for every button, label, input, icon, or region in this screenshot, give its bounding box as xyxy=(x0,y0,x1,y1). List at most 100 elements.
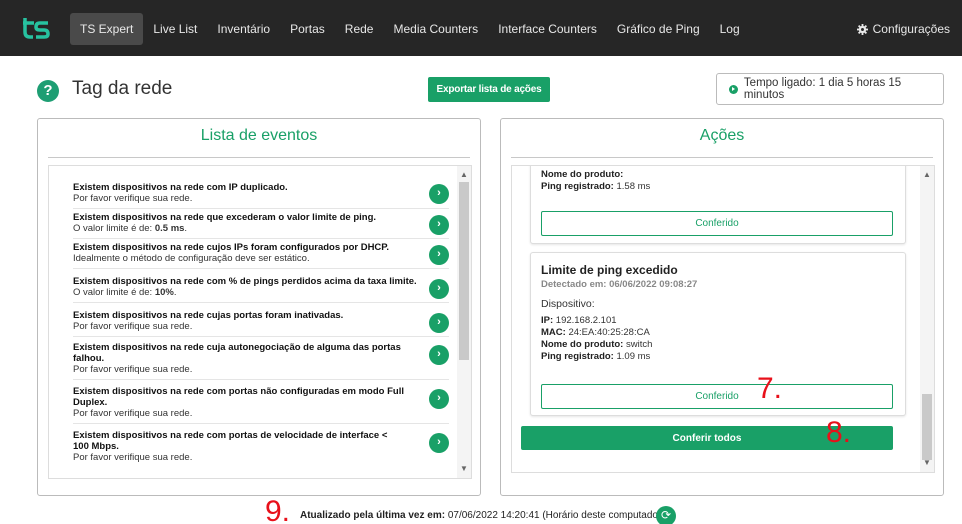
event-desc: Por favor verifique sua rede. xyxy=(73,408,193,419)
event-title: Existem dispositivos na rede que exceder… xyxy=(73,212,377,223)
product-line: Nome do produto: switch xyxy=(541,339,905,351)
event-title: Existem dispositivos na rede cujos IPs f… xyxy=(73,242,390,253)
nav-menu: TS Expert Live List Inventário Portas Re… xyxy=(70,13,750,45)
event-desc: Por favor verifique sua rede. xyxy=(73,321,193,332)
actions-panel-title: Ações xyxy=(699,127,745,144)
list-item: Existem dispositivos na rede com IP dupl… xyxy=(73,182,449,209)
scroll-thumb[interactable] xyxy=(459,182,469,360)
scroll-down-icon[interactable]: ▼ xyxy=(922,458,932,468)
chevron-right-icon[interactable]: › xyxy=(429,345,449,365)
nav-rede[interactable]: Rede xyxy=(335,13,384,45)
last-updated-label: Atualizado pela última vez em: xyxy=(300,510,446,521)
ip-label: IP: xyxy=(541,315,554,326)
product-label: Nome do produto: xyxy=(541,339,624,350)
actions-scrollbar[interactable]: ▲ ▼ xyxy=(920,166,934,472)
event-title: Existem dispositivos na rede com portas … xyxy=(73,386,404,408)
event-desc-value: 10% xyxy=(154,287,174,298)
last-updated-status: Atualizado pela última vez em: 07/06/202… xyxy=(300,510,665,521)
nav-interface-counters[interactable]: Interface Counters xyxy=(488,13,607,45)
event-desc: O valor limite é de: 10%. xyxy=(73,287,449,298)
nav-portas[interactable]: Portas xyxy=(280,13,335,45)
chevron-right-icon[interactable]: › xyxy=(429,313,449,333)
product-line: Nome do produto: xyxy=(541,169,905,181)
chevron-right-icon[interactable]: › xyxy=(429,279,449,299)
divider xyxy=(511,157,933,158)
mac-label: MAC: xyxy=(541,327,566,338)
conferido-button[interactable]: Conferido xyxy=(541,211,893,236)
nav-settings[interactable]: Configurações xyxy=(856,13,950,45)
events-scrollbar[interactable]: ▲ ▼ xyxy=(457,166,471,478)
nav-live-list[interactable]: Live List xyxy=(143,13,207,45)
annotation-7: 7. xyxy=(757,372,783,405)
list-item: Existem dispositivos na rede que exceder… xyxy=(73,212,449,239)
product-value: switch xyxy=(623,339,653,350)
action-card: Limite de ping excedido Detectado em: 06… xyxy=(530,252,906,416)
nav-ts-expert[interactable]: TS Expert xyxy=(70,13,144,45)
ping-label: Ping registrado: xyxy=(541,181,614,192)
events-panel: Lista de eventos Existem dispositivos na… xyxy=(37,118,481,496)
export-actions-button[interactable]: Exportar lista de ações xyxy=(428,77,550,102)
action-card-title: Limite de ping excedido xyxy=(541,263,678,277)
detected-time: Detectado em: 06/06/2022 09:08:27 xyxy=(541,279,698,290)
actions-panel: Ações Nome do produto: Ping registrado: … xyxy=(500,118,944,496)
chevron-right-icon[interactable]: › xyxy=(429,433,449,453)
event-desc-suffix: . xyxy=(173,287,177,298)
ip-line: IP: 192.168.2.101 xyxy=(541,315,905,327)
mac-value: 24:EA:40:25:28:CA xyxy=(565,327,650,338)
event-desc: Por favor verifique sua rede. xyxy=(73,364,193,375)
event-desc-suffix: . xyxy=(184,223,188,234)
question-icon[interactable]: ? xyxy=(37,80,59,102)
chevron-right-icon[interactable]: › xyxy=(429,389,449,409)
list-item: Existem dispositivos na rede com portas … xyxy=(73,386,449,424)
uptime-text: Tempo ligado: 1 dia 5 horas 15 minutos xyxy=(743,77,902,101)
ping-value: 1.58 ms xyxy=(613,181,651,192)
gear-icon xyxy=(856,23,868,35)
event-title: Existem dispositivos na rede cuja autone… xyxy=(73,342,401,364)
action-card: Nome do produto: Ping registrado: 1.58 m… xyxy=(530,166,906,244)
chevron-right-icon[interactable]: › xyxy=(429,245,449,265)
event-desc-prefix: O valor limite é de: xyxy=(73,223,155,234)
device-label: Dispositivo: xyxy=(541,298,595,310)
events-list: Existem dispositivos na rede com IP dupl… xyxy=(48,165,472,479)
ip-value: 192.168.2.101 xyxy=(553,315,617,326)
annotation-8: 8. xyxy=(826,416,852,449)
scroll-down-icon[interactable]: ▼ xyxy=(459,464,469,474)
event-desc-prefix: O valor limite é de: xyxy=(73,287,155,298)
scroll-up-icon[interactable]: ▲ xyxy=(459,170,469,180)
nav-log[interactable]: Log xyxy=(710,13,750,45)
ping-line: Ping registrado: 1.09 ms xyxy=(541,351,905,363)
ping-label: Ping registrado: xyxy=(541,351,614,362)
play-icon xyxy=(729,84,738,94)
list-item: Existem dispositivos na rede cuja autone… xyxy=(73,342,449,380)
event-desc: O valor limite é de: 0.5 ms. xyxy=(73,223,449,234)
ping-line: Ping registrado: 1.58 ms xyxy=(541,181,905,193)
refresh-icon[interactable]: ⟳ xyxy=(656,506,676,524)
list-item: Existem dispositivos na rede com portas … xyxy=(73,430,449,468)
events-panel-title: Lista de eventos xyxy=(200,127,318,144)
event-desc: Por favor verifique sua rede. xyxy=(73,452,193,463)
event-desc: Idealmente o método de configuração deve… xyxy=(73,253,310,264)
list-item: Existem dispositivos na rede cujos IPs f… xyxy=(73,242,449,269)
conferido-button[interactable]: Conferido xyxy=(541,384,893,409)
product-label: Nome do produto: xyxy=(541,169,624,180)
nav-grafico-de-ping[interactable]: Gráfico de Ping xyxy=(607,13,710,45)
chevron-right-icon[interactable]: › xyxy=(429,215,449,235)
annotation-9: 9. xyxy=(265,495,291,524)
divider xyxy=(48,157,470,158)
mac-line: MAC: 24:EA:40:25:28:CA xyxy=(541,327,905,339)
list-item: Existem dispositivos na rede com % de pi… xyxy=(73,276,449,303)
event-desc-value: 0.5 ms xyxy=(154,223,185,234)
nav-media-counters[interactable]: Media Counters xyxy=(383,13,488,45)
uptime-box: Tempo ligado: 1 dia 5 horas 15 minutos xyxy=(716,73,944,105)
scroll-thumb[interactable] xyxy=(922,394,932,460)
top-navbar: TS Expert Live List Inventário Portas Re… xyxy=(0,0,962,56)
ping-value: 1.09 ms xyxy=(613,351,651,362)
scroll-up-icon[interactable]: ▲ xyxy=(922,170,932,180)
ts-logo-icon[interactable] xyxy=(22,15,50,41)
event-title: Existem dispositivos na rede com % de pi… xyxy=(73,276,417,287)
settings-label: Configurações xyxy=(872,22,950,36)
event-title: Existem dispositivos na rede com portas … xyxy=(73,430,388,452)
nav-inventario[interactable]: Inventário xyxy=(207,13,280,45)
event-title: Existem dispositivos na rede com IP dupl… xyxy=(73,182,288,193)
chevron-right-icon[interactable]: › xyxy=(429,184,449,204)
